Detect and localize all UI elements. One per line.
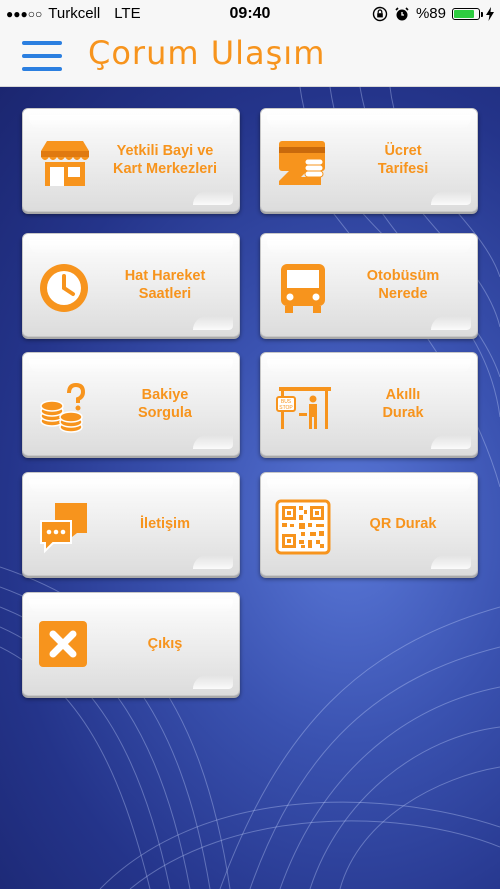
charging-bolt-icon [486, 6, 494, 21]
battery-percent: %89 [415, 5, 446, 22]
menu-tile-dealers[interactable]: Yetkili Bayi ve Kart Merkezleri [22, 108, 240, 212]
status-bar: ●●●○○ Turkcell LTE 09:40 %89 [0, 0, 500, 28]
menu-tile-label: Bakiye Sorgula [138, 387, 192, 421]
status-right: %89 [372, 5, 494, 22]
menu-tile-exit[interactable]: Çıkış [22, 592, 240, 696]
menu-tile-contact[interactable]: İletişim [22, 472, 240, 576]
menu-tile-qr-stop[interactable]: QR Durak [260, 472, 478, 576]
menu-tile-label: Akıllı Durak [382, 387, 424, 421]
menu-tile-smart-stop[interactable]: BUS STOP Akıllı Durak [260, 352, 478, 456]
menu-tile-label: Çıkış [147, 636, 183, 652]
menu-tile-balance[interactable]: Bakiye Sorgula [22, 352, 240, 456]
bus-icon [281, 264, 325, 313]
orientation-lock-icon [372, 6, 388, 21]
shop-icon [41, 141, 89, 186]
menu-tile-fares[interactable]: Ücret Tarifesi [260, 108, 478, 212]
menu-tile-label: Yetkili Bayi ve Kart Merkezleri [113, 143, 217, 177]
menu-tile-label: Otobüsüm Nerede [366, 268, 440, 302]
app-title: Çorum Ulaşım [88, 34, 326, 72]
menu-tile-schedules[interactable]: Hat Hareket Saatleri [22, 233, 240, 337]
app-header: Çorum Ulaşım [0, 28, 500, 87]
alarm-icon [395, 6, 409, 20]
payment-card-icon [279, 141, 325, 185]
bus-stop-icon: BUS STOP [276, 387, 331, 429]
battery-level [454, 9, 474, 18]
qr-code-icon [275, 499, 331, 555]
hamburger-menu-icon[interactable] [22, 41, 64, 73]
menu-tile-label: Ücret Tarifesi [377, 143, 429, 177]
menu-tile-label: Hat Hareket Saatleri [124, 268, 206, 302]
coins-question-icon [40, 382, 86, 433]
chat-icon [40, 503, 87, 554]
clock-icon [40, 264, 88, 312]
menu-tile-bus-location[interactable]: Otobüsüm Nerede [260, 233, 478, 337]
menu-tile-label: İletişim [140, 516, 190, 532]
exit-x-icon [39, 621, 87, 667]
battery-icon [452, 7, 483, 20]
svg-text:STOP: STOP [279, 405, 293, 411]
menu-tile-label: QR Durak [369, 516, 437, 532]
